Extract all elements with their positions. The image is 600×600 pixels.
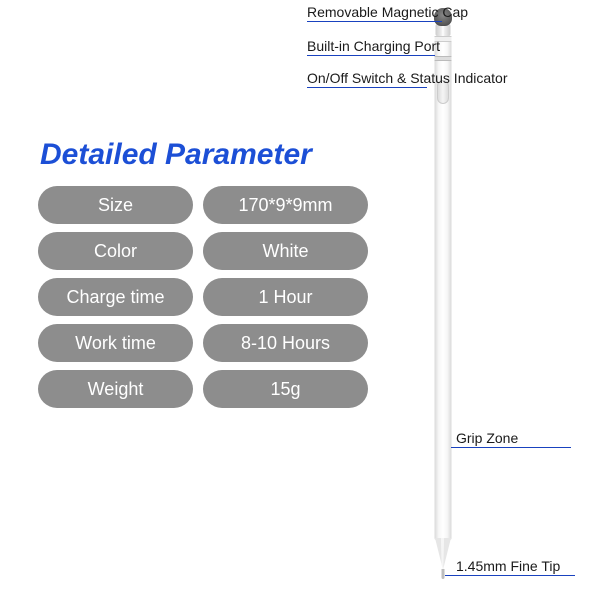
spec-value: 1 Hour — [203, 278, 368, 316]
callout-label: 1.45mm Fine Tip — [456, 558, 560, 574]
stylus-illustration — [432, 8, 454, 583]
spec-label: Weight — [38, 370, 193, 408]
table-row: Size 170*9*9mm — [38, 186, 368, 224]
table-row: Work time 8-10 Hours — [38, 324, 368, 362]
spec-label: Color — [38, 232, 193, 270]
spec-label: Charge time — [38, 278, 193, 316]
callout-line-icon — [451, 447, 571, 448]
stylus-cone — [435, 538, 451, 570]
spec-value: 15g — [203, 370, 368, 408]
spec-value: 170*9*9mm — [203, 186, 368, 224]
callout-cap: Removable Magnetic Cap — [307, 2, 567, 22]
callout-grip: Grip Zone — [456, 430, 596, 448]
callout-label: Grip Zone — [456, 430, 518, 446]
callout-line-icon — [307, 87, 427, 88]
stylus-body — [435, 40, 452, 540]
stylus-port-ring — [435, 56, 452, 61]
table-row: Weight 15g — [38, 370, 368, 408]
heading: Detailed Parameter — [40, 138, 312, 172]
table-row: Color White — [38, 232, 368, 270]
spec-value: White — [203, 232, 368, 270]
callout-line-icon — [307, 55, 435, 56]
callout-label: Removable Magnetic Cap — [307, 4, 468, 20]
callout-tip: 1.45mm Fine Tip — [456, 558, 596, 576]
spec-label: Size — [38, 186, 193, 224]
callout-switch: On/Off Switch & Status Indicator — [307, 68, 587, 88]
callout-label: Built-in Charging Port — [307, 38, 440, 54]
stylus-fine-tip — [442, 569, 445, 579]
spec-table: Size 170*9*9mm Color White Charge time 1… — [38, 186, 368, 416]
spec-value: 8-10 Hours — [203, 324, 368, 362]
callout-label: On/Off Switch & Status Indicator — [307, 70, 508, 86]
spec-label: Work time — [38, 324, 193, 362]
table-row: Charge time 1 Hour — [38, 278, 368, 316]
callout-line-icon — [445, 575, 575, 576]
callout-line-icon — [307, 21, 442, 22]
callout-port: Built-in Charging Port — [307, 36, 567, 56]
